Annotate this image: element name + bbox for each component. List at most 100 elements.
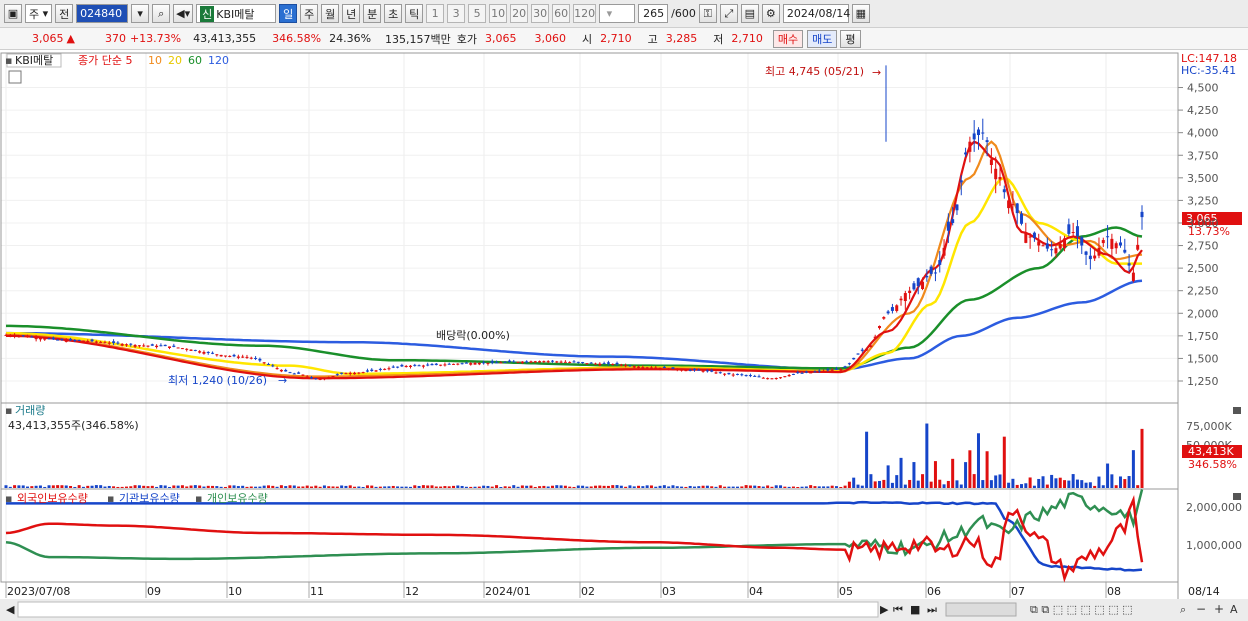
speaker-icon[interactable]: ◀▾ (173, 4, 194, 23)
candle-body (344, 373, 348, 375)
ma-legend-60: 60 (188, 54, 202, 67)
volume-bar (490, 486, 494, 488)
volume-bar (946, 480, 950, 488)
volume-bar (361, 486, 365, 488)
period-week[interactable]: 주 (300, 4, 319, 23)
stock-code-input[interactable]: 024840 (76, 4, 129, 23)
ma-legend-120: 120 (208, 54, 229, 67)
candle-body (533, 361, 537, 363)
font-size-icon[interactable]: A (1230, 603, 1238, 616)
stop-icon[interactable]: ■ (910, 603, 920, 616)
volume-tick-75000: 75,000K (1186, 420, 1232, 433)
volume-bar (180, 485, 184, 488)
candle-body (972, 133, 976, 140)
stock-name-field[interactable]: 신 KBI메탈 (196, 4, 277, 23)
volume-bar (275, 486, 279, 488)
scrollbar-track[interactable] (17, 601, 879, 618)
institution-holding-line (6, 500, 1143, 572)
save-icon[interactable]: ▤ (740, 4, 759, 23)
search-icon[interactable]: ⌕ (152, 4, 171, 23)
candle-body (529, 361, 533, 363)
candle-body (305, 376, 309, 378)
candle-body (705, 370, 709, 372)
period-tick[interactable]: 틱 (405, 4, 424, 23)
minute-5[interactable]: 5 (468, 4, 487, 23)
table-icon[interactable] (8, 70, 22, 84)
volume-bar (1084, 482, 1088, 488)
volume-bar (727, 486, 731, 488)
candle-body (60, 339, 64, 341)
zoom-search-icon[interactable]: ⌕ (1180, 603, 1186, 616)
holding-bullet-3: ▪ (195, 492, 202, 505)
volume-bar (47, 485, 51, 488)
period-second[interactable]: 초 (384, 4, 403, 23)
volume-current-pct: 346.58% (1188, 458, 1237, 471)
volume-bar (796, 486, 800, 488)
market-select[interactable]: 주 ▾ (25, 4, 53, 23)
ma60-line (6, 226, 1143, 370)
minute-3[interactable]: 3 (447, 4, 466, 23)
scroll-right-icon[interactable]: ▶ (880, 603, 889, 616)
zoom-in-icon[interactable]: + (1214, 602, 1224, 616)
count-input[interactable]: 265 (638, 4, 669, 23)
minute-1[interactable]: 1 (426, 4, 445, 23)
volume-bar (86, 485, 90, 488)
candle-body (783, 376, 787, 378)
minute-30[interactable]: 30 (531, 4, 550, 23)
volume-bar (150, 485, 154, 488)
candle-icon[interactable]: ⚿ (698, 4, 717, 23)
code-dropdown-icon[interactable]: ▾ (131, 4, 150, 23)
candle-body (852, 357, 856, 360)
holding-collapse-icon[interactable] (1233, 493, 1241, 500)
gear-icon[interactable]: ⚙ (761, 4, 780, 23)
candle-body (206, 351, 210, 353)
candle-body (1127, 263, 1131, 266)
candle-body (645, 367, 649, 369)
volume-bar (602, 485, 606, 488)
high-annotation: 최고 4,745 (05/21) (765, 65, 864, 78)
minute-60[interactable]: 60 (552, 4, 571, 23)
date-input[interactable]: 2024/08/14 (782, 4, 850, 23)
period-year[interactable]: 년 (342, 4, 361, 23)
candle-body (628, 365, 632, 367)
period-month[interactable]: 월 (321, 4, 340, 23)
minute-120[interactable]: 120 (573, 4, 597, 23)
fast-forward-icon[interactable]: ⏭ (927, 603, 937, 616)
volume-bar (637, 485, 641, 488)
scroll-left-icon[interactable]: ◀ (6, 603, 15, 616)
eval-button[interactable]: 평 (840, 29, 861, 48)
zoom-out-icon[interactable]: − (1196, 602, 1206, 616)
sell-button[interactable]: 매도 (807, 29, 838, 48)
crosshair-icon[interactable]: ⤢ (719, 4, 738, 23)
candle-body (692, 368, 696, 371)
buy-button[interactable]: 매수 (772, 29, 804, 48)
rewind-icon[interactable]: ⏮ (893, 603, 903, 616)
candle-body (809, 372, 813, 374)
interval-select[interactable]: ▾ (599, 4, 636, 23)
volume-bar (17, 485, 21, 488)
window-menu-icon[interactable]: ▣ (4, 4, 22, 23)
minute-10[interactable]: 10 (489, 4, 508, 23)
prev-button[interactable]: 전 (55, 4, 74, 23)
quote-low: 2,710 (731, 32, 763, 45)
count-max: /600 (671, 7, 696, 20)
candle-body (198, 351, 202, 353)
candle-body (1123, 249, 1127, 253)
volume-bar (684, 486, 688, 488)
volume-bar (69, 485, 73, 488)
period-day[interactable]: 일 (279, 4, 298, 23)
volume-bar (1020, 484, 1024, 488)
zoom-slider[interactable] (945, 602, 1017, 617)
volume-collapse-icon[interactable] (1233, 407, 1241, 414)
candle-body (1101, 240, 1105, 244)
volume-bar (512, 485, 516, 488)
minute-20[interactable]: 20 (510, 4, 529, 23)
period-minute[interactable]: 분 (363, 4, 382, 23)
volume-bar (357, 486, 361, 488)
candle-body (834, 368, 838, 370)
tool-icons[interactable]: ⧉ ⧉ ⬚ ⬚ ⬚ ⬚ ⬚ ⬚ (1030, 603, 1133, 616)
volume-bar (137, 485, 141, 488)
quote-arrow: ▲ (66, 32, 75, 45)
volume-bar (305, 485, 309, 488)
calendar-icon[interactable]: ▦ (851, 4, 870, 23)
